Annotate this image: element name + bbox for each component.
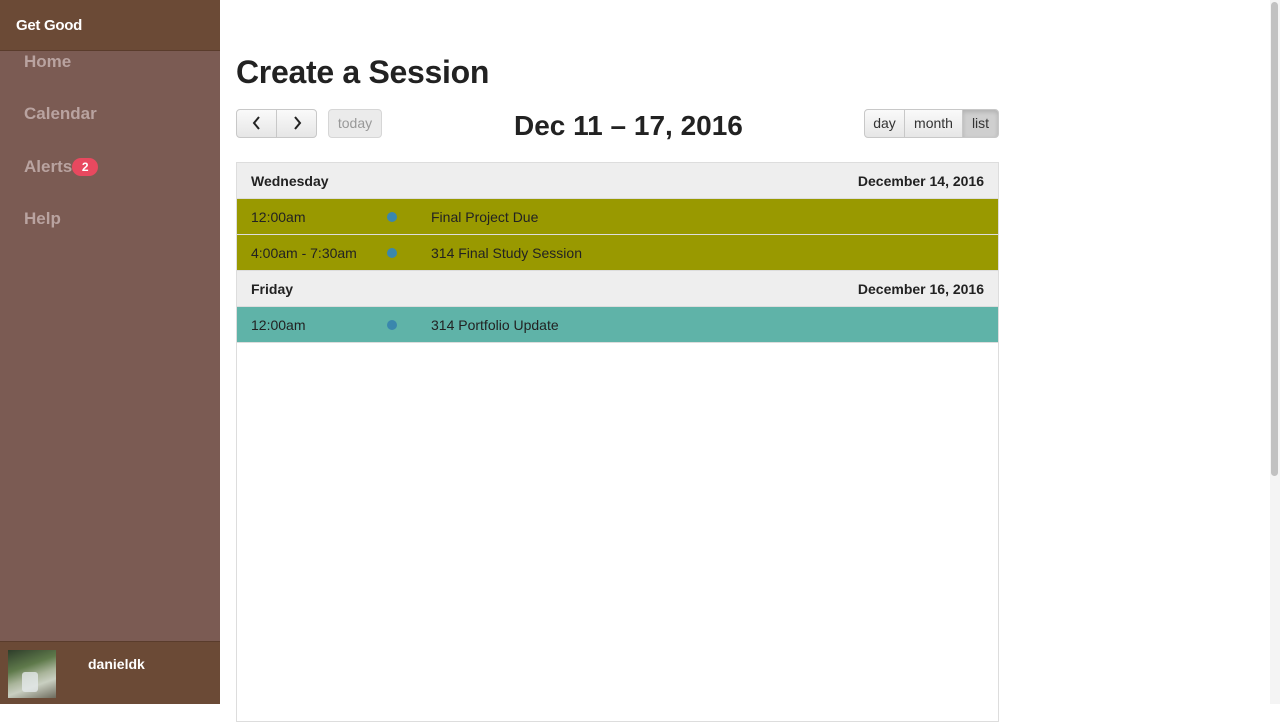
event-list: Wednesday December 14, 2016 12:00am Fina… [236, 162, 999, 722]
page-scrollbar[interactable] [1270, 0, 1280, 704]
sidebar: Get Good Home Calendar Alerts 2 Help dan… [0, 0, 220, 704]
nav-item-home[interactable]: Home [24, 52, 71, 72]
day-header: Friday December 16, 2016 [237, 271, 998, 307]
chevron-right-icon [291, 115, 303, 131]
view-list-button[interactable]: list [962, 109, 999, 138]
nav-item-calendar[interactable]: Calendar [24, 104, 97, 124]
event-dot-icon [387, 319, 397, 330]
username[interactable]: danieldk [88, 656, 145, 672]
user-bar[interactable]: danieldk [0, 641, 220, 704]
day-date: December 16, 2016 [857, 280, 984, 297]
day-name: Wednesday [251, 172, 329, 189]
scrollbar-thumb[interactable] [1271, 2, 1278, 476]
event-time: 12:00am [251, 208, 306, 225]
day-header: Wednesday December 14, 2016 [237, 163, 998, 199]
event-time: 12:00am [251, 316, 306, 333]
event-dot-icon [387, 247, 397, 258]
event-title[interactable]: Final Project Due [417, 209, 538, 225]
event-time: 4:00am - 7:30am [251, 244, 357, 261]
prev-week-button[interactable] [236, 109, 277, 138]
event-title[interactable]: 314 Final Study Session [417, 245, 582, 261]
avatar[interactable] [8, 650, 56, 698]
nav-item-alerts-label: Alerts [24, 157, 73, 176]
alerts-count-badge: 2 [72, 158, 99, 176]
view-month-button[interactable]: month [904, 109, 963, 138]
brand-logo[interactable]: Get Good [0, 0, 220, 51]
date-range-title: Dec 11 – 17, 2016 [514, 110, 743, 141]
today-button[interactable]: today [328, 109, 382, 138]
nav-item-help[interactable]: Help [24, 209, 61, 229]
chevron-left-icon [251, 115, 263, 131]
event-row[interactable]: 12:00am 314 Portfolio Update [237, 307, 998, 343]
nav-item-alerts[interactable]: Alerts 2 [24, 157, 99, 177]
event-row[interactable]: 4:00am - 7:30am 314 Final Study Session [237, 235, 998, 271]
next-week-button[interactable] [276, 109, 317, 138]
page-title: Create a Session [236, 54, 490, 90]
event-row[interactable]: 12:00am Final Project Due [237, 199, 998, 235]
day-date: December 14, 2016 [857, 172, 984, 189]
day-name: Friday [251, 280, 294, 297]
view-day-button[interactable]: day [864, 109, 905, 138]
event-title[interactable]: 314 Portfolio Update [417, 317, 559, 333]
event-dot-icon [387, 211, 397, 222]
